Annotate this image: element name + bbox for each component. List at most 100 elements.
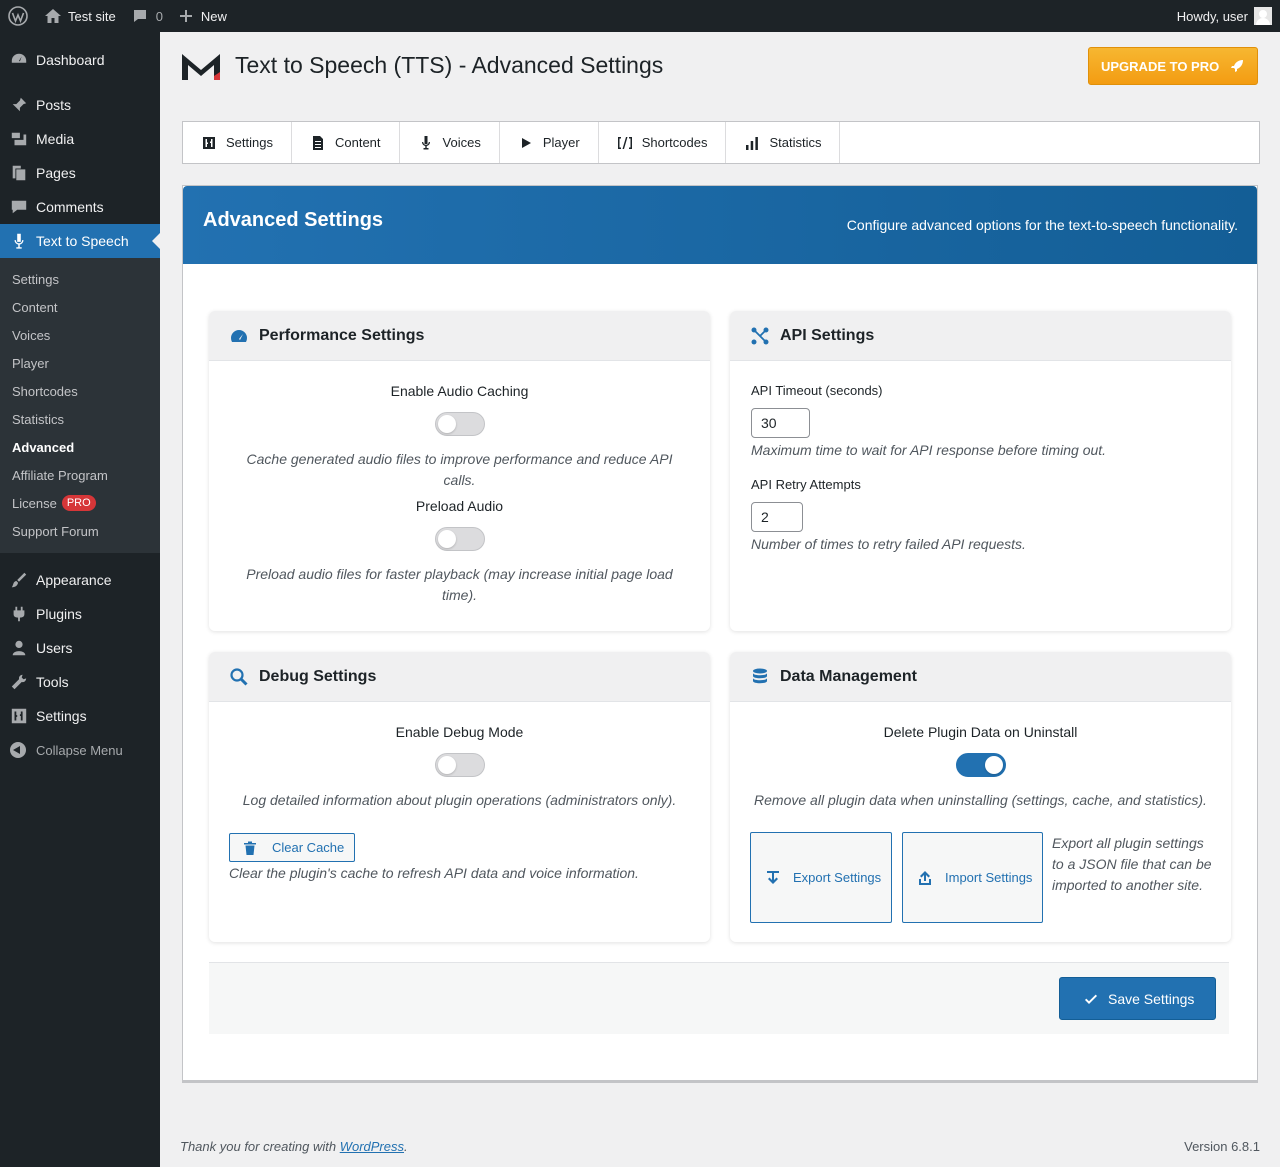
tab-label: Shortcodes xyxy=(641,135,708,150)
tab-content[interactable]: Content xyxy=(292,122,400,163)
menu-users[interactable]: Users xyxy=(0,631,160,665)
menu-posts[interactable]: Posts xyxy=(0,88,160,122)
debug-mode-label: Enable Debug Mode xyxy=(395,724,524,740)
play-icon xyxy=(521,137,531,148)
footer-version: Version 6.8.1 xyxy=(1184,1139,1260,1154)
submenu-label: Shortcodes xyxy=(12,383,78,399)
menu-users-label: Users xyxy=(36,640,73,656)
performance-settings-card: Performance Settings Enable Audio Cachin… xyxy=(209,311,710,631)
submenu-settings[interactable]: Settings xyxy=(0,265,160,293)
export-description: Export all plugin settings to a JSON fil… xyxy=(1052,835,1212,893)
plugin-icon xyxy=(13,606,25,622)
submenu-label: Support Forum xyxy=(12,523,99,539)
submenu-advanced[interactable]: Advanced xyxy=(0,433,160,461)
menu-dashboard-label: Dashboard xyxy=(36,52,105,68)
database-icon xyxy=(753,668,767,683)
my-account[interactable]: Howdy, user xyxy=(1169,0,1280,32)
submenu-content[interactable]: Content xyxy=(0,293,160,321)
site-name-link[interactable]: Test site xyxy=(36,0,124,32)
footer-thanks-prefix: Thank you for creating with xyxy=(180,1139,340,1154)
menu-text-to-speech[interactable]: Text to Speech xyxy=(0,224,160,258)
settings-tabs: Settings Content Voices Player Shortcode… xyxy=(182,121,1260,164)
checkmark-icon xyxy=(1085,994,1097,1004)
card-title: Performance Settings xyxy=(259,326,425,344)
comments-link[interactable]: 0 xyxy=(124,0,171,32)
dashboard-icon xyxy=(11,53,27,63)
new-label: New xyxy=(200,8,227,24)
wrench-icon xyxy=(11,674,27,690)
caching-label: Enable Audio Caching xyxy=(390,383,529,399)
upgrade-to-pro-button[interactable]: UPGRADE TO PRO xyxy=(1088,47,1258,85)
settings-sliders-icon xyxy=(11,708,27,724)
plus-icon xyxy=(179,10,192,22)
tab-voices[interactable]: Voices xyxy=(400,122,500,163)
preload-audio-toggle[interactable] xyxy=(434,527,485,551)
tab-player[interactable]: Player xyxy=(500,122,599,163)
page-title: Text to Speech (TTS) - Advanced Settings xyxy=(235,52,664,78)
menu-media[interactable]: Media xyxy=(0,122,160,156)
menu-media-label: Media xyxy=(36,131,75,147)
import-settings-button[interactable]: Import Settings xyxy=(902,832,1043,923)
magnifier-icon xyxy=(230,667,248,686)
pro-badge: PRO xyxy=(61,495,96,511)
menu-appearance[interactable]: Appearance xyxy=(0,563,160,597)
submenu-voices[interactable]: Voices xyxy=(0,321,160,349)
menu-pages[interactable]: Pages xyxy=(0,156,160,190)
tab-statistics[interactable]: Statistics xyxy=(726,122,841,163)
caching-description: Cache generated audio files to improve p… xyxy=(246,451,673,488)
export-settings-button[interactable]: Export Settings xyxy=(750,832,892,923)
footer-thanks-suffix: . xyxy=(404,1139,408,1154)
submenu-affiliate-program[interactable]: Affiliate Program xyxy=(0,461,160,489)
menu-comments[interactable]: Comments xyxy=(0,190,160,224)
debug-settings-card: Debug Settings Enable Debug Mode Log det… xyxy=(209,652,710,942)
api-timeout-description: Maximum time to wait for API response be… xyxy=(751,442,1107,458)
debug-mode-description: Log detailed information about plugin op… xyxy=(242,792,677,808)
debug-mode-toggle[interactable] xyxy=(434,753,485,777)
shortcode-icon xyxy=(617,136,632,149)
submenu-shortcodes[interactable]: Shortcodes xyxy=(0,377,160,405)
card-header: Debug Settings xyxy=(209,652,710,702)
data-management-card: Data Management Delete Plugin Data on Un… xyxy=(730,652,1231,942)
menu-tools[interactable]: Tools xyxy=(0,665,160,699)
submenu-support-forum[interactable]: Support Forum xyxy=(0,517,160,545)
tab-label: Statistics xyxy=(769,135,822,150)
howdy-text: Howdy, user xyxy=(1176,8,1248,24)
delete-data-toggle[interactable] xyxy=(955,753,1006,777)
card-header: Performance Settings xyxy=(209,311,710,361)
api-retry-input[interactable] xyxy=(751,502,803,532)
document-icon xyxy=(312,135,323,150)
api-timeout-input[interactable] xyxy=(751,408,810,438)
clear-cache-button[interactable]: Clear Cache xyxy=(229,833,355,862)
collapse-menu-button[interactable]: Collapse Menu xyxy=(0,733,160,767)
wordpress-link[interactable]: WordPress xyxy=(340,1139,404,1154)
save-settings-button[interactable]: Save Settings xyxy=(1059,977,1216,1020)
submenu-player[interactable]: Player xyxy=(0,349,160,377)
submenu-license[interactable]: License PRO xyxy=(0,489,160,517)
audio-caching-toggle[interactable] xyxy=(434,412,485,436)
tab-label: Voices xyxy=(442,135,481,150)
card-title: Debug Settings xyxy=(259,667,377,685)
tab-shortcodes[interactable]: Shortcodes xyxy=(599,122,727,163)
tab-settings[interactable]: Settings xyxy=(183,122,292,163)
menu-posts-label: Posts xyxy=(36,97,72,113)
menu-settings-label: Settings xyxy=(36,708,87,724)
pushpin-icon xyxy=(12,97,27,112)
menu-dashboard[interactable]: Dashboard xyxy=(0,43,160,77)
collapse-menu-label: Collapse Menu xyxy=(36,742,123,758)
menu-tts-label: Text to Speech xyxy=(36,233,129,249)
menu-plugins[interactable]: Plugins xyxy=(0,597,160,631)
card-title: API Settings xyxy=(780,326,875,344)
menu-settings[interactable]: Settings xyxy=(0,699,160,733)
submenu-label: Affiliate Program xyxy=(12,467,108,483)
upgrade-label: UPGRADE TO PRO xyxy=(1101,58,1220,74)
sliders-icon xyxy=(203,136,215,149)
wordpress-logo-icon[interactable] xyxy=(0,0,36,32)
comments-icon xyxy=(11,200,27,214)
new-content-link[interactable]: New xyxy=(171,0,235,32)
submenu-statistics[interactable]: Statistics xyxy=(0,405,160,433)
network-nodes-icon xyxy=(751,327,769,344)
media-icon xyxy=(11,132,27,146)
site-name: Test site xyxy=(68,8,116,24)
preload-description: Preload audio files for faster playback … xyxy=(246,566,673,603)
microphone-icon xyxy=(421,135,430,149)
